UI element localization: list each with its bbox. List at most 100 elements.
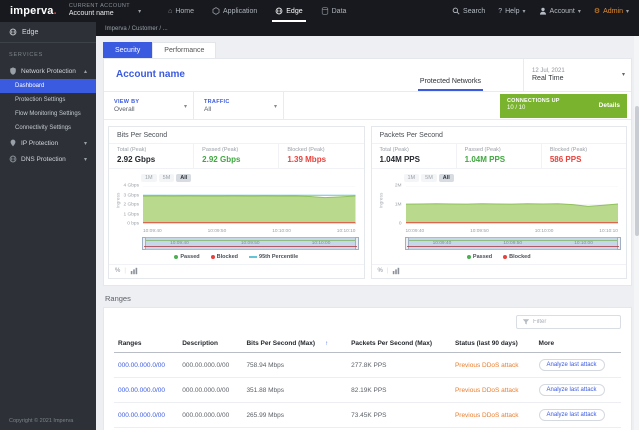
legend-item-blocked[interactable]: Blocked: [503, 254, 530, 260]
stat-passed-peak: Passed (Peak)1.04M PPS: [456, 144, 541, 168]
packets-max-cell: 277.8K PPS: [347, 353, 451, 378]
status-link[interactable]: Previous DDoS attack: [455, 362, 519, 369]
filter-select-traffic[interactable]: TRAFFICAll▾: [194, 92, 284, 119]
range-button-all[interactable]: All: [439, 174, 454, 182]
breadcrumb[interactable]: Imperva / Customer / ...: [105, 26, 168, 32]
dns-icon: [9, 155, 17, 163]
more-cell: Analyze last attack: [535, 378, 621, 403]
x-tick-label: 10:10:00: [535, 229, 554, 234]
account-menu[interactable]: Account ▾: [539, 7, 581, 15]
tab-security[interactable]: Security: [103, 42, 152, 58]
bits-max-cell: 265.99 Mbps: [242, 403, 347, 428]
table-filter-input[interactable]: [533, 319, 615, 325]
column-header-more[interactable]: More: [535, 335, 621, 353]
chevron-down-icon: ▾: [578, 8, 581, 15]
sidebar-item-network-protection[interactable]: Network Protection▴: [0, 63, 96, 79]
legend-item-95th-percentile[interactable]: 95th Percentile: [249, 254, 298, 260]
sidebar-product[interactable]: Edge: [0, 22, 96, 43]
person-icon: [539, 7, 547, 15]
chart-navigator[interactable]: 10:09:4010:09:5010:10:00: [143, 237, 358, 250]
range-link-cell[interactable]: 000.00.000.0/00: [114, 353, 178, 378]
column-header-packets-per-second-max[interactable]: Packets Per Second (Max): [347, 335, 451, 353]
help-menu[interactable]: ? Help ▾: [498, 8, 525, 15]
chart-plot[interactable]: [143, 186, 356, 224]
x-tick-label: 10:09:50: [208, 229, 227, 234]
chevron-down-icon: ▾: [622, 71, 625, 78]
tab-protected-networks[interactable]: Protected Networks: [418, 78, 483, 91]
filters-row: VIEW BYOverall▾TRAFFICAll▾ CONNECTIONS U…: [104, 92, 631, 120]
column-header-bits-per-second-max[interactable]: Bits Per Second (Max) ↑: [242, 335, 347, 353]
column-header-status-last-90-days[interactable]: Status (last 90 days): [451, 335, 535, 353]
chevron-down-icon: ▾: [84, 156, 87, 163]
sidebar-items: Network Protection▴DashboardProtection S…: [0, 63, 96, 167]
bar-chart-icon[interactable]: [130, 267, 138, 275]
charts-row: Bits Per SecondTotal (Peak)2.92 GbpsPass…: [104, 120, 631, 285]
stat-total-peak: Total (Peak)1.04M PPS: [372, 144, 456, 168]
filter-value: All: [204, 106, 269, 113]
connections-up-badge[interactable]: CONNECTIONS UP 10 / 10 Details: [500, 94, 627, 118]
navigator-tick-label: 10:09:50: [241, 241, 260, 246]
account-selector[interactable]: CURRENT ACCOUNT Account name ▾: [69, 3, 141, 19]
range-button-1m[interactable]: 1M: [404, 174, 420, 182]
top-nav-edge[interactable]: Edge: [266, 0, 311, 22]
sidebar-subitem-protection-settings[interactable]: Protection Settings: [0, 93, 96, 107]
top-nav-home[interactable]: ⌂Home: [159, 0, 203, 22]
status-cell: Previous DDoS attack: [451, 353, 535, 378]
sidebar-product-label: Edge: [22, 29, 38, 36]
status-link[interactable]: Previous DDoS attack: [455, 412, 519, 419]
stat-label: Blocked (Peak): [287, 147, 355, 153]
chart-legend: Passed Blocked 95th Percentile: [109, 254, 364, 260]
column-header-label: Bits Per Second (Max): [246, 340, 315, 347]
scrollbar-thumb[interactable]: [635, 106, 639, 236]
admin-label: Admin: [603, 8, 623, 15]
navigator-labels: 10:09:4010:09:5010:10:00: [144, 238, 357, 249]
top-nav-label: Application: [223, 8, 257, 15]
range-link-cell[interactable]: 000.00.000.0/00: [114, 403, 178, 428]
range-button-all[interactable]: All: [176, 174, 191, 182]
page-title: Account name: [104, 59, 418, 91]
analyze-last-attack-button[interactable]: Analyze last attack: [539, 409, 605, 421]
legend-item-passed[interactable]: Passed: [467, 254, 492, 260]
range-button-1m[interactable]: 1M: [141, 174, 157, 182]
percent-toggle[interactable]: %: [378, 268, 383, 274]
legend-item-blocked[interactable]: Blocked: [211, 254, 238, 260]
range-button-5m[interactable]: 5M: [159, 174, 175, 182]
column-header-ranges[interactable]: Ranges: [114, 335, 178, 353]
chart-navigator[interactable]: 10:09:4010:09:5010:10:00: [406, 237, 621, 250]
bar-chart-icon[interactable]: [392, 267, 400, 275]
sort-arrow-icon[interactable]: ↑: [325, 341, 328, 347]
percent-toggle[interactable]: %: [115, 268, 120, 274]
legend-item-passed[interactable]: Passed: [174, 254, 199, 260]
sidebar-subitem-flow-monitoring-settings[interactable]: Flow Monitoring Settings: [0, 107, 96, 121]
column-header-description[interactable]: Description: [178, 335, 242, 353]
analyze-last-attack-button[interactable]: Analyze last attack: [539, 359, 605, 371]
search-button[interactable]: Search: [452, 7, 485, 15]
top-nav-data[interactable]: Data: [312, 0, 356, 22]
sidebar-subitem-dashboard[interactable]: Dashboard: [0, 79, 96, 93]
chart-plot[interactable]: [406, 186, 619, 224]
top-bar: imperva. CURRENT ACCOUNT Account name ▾ …: [0, 0, 639, 22]
sidebar-subitem-connectivity-settings[interactable]: Connectivity Settings: [0, 121, 96, 135]
top-nav-application[interactable]: Application: [203, 0, 266, 22]
status-link[interactable]: Previous DDoS attack: [455, 387, 519, 394]
y-tick-label: 0: [399, 222, 402, 227]
overview-card: Account name Protected Networks 12 Jul, …: [103, 58, 632, 286]
sidebar-item-dns-protection[interactable]: DNS Protection▾: [0, 151, 96, 167]
range-button-5m[interactable]: 5M: [421, 174, 437, 182]
footer-divider: |: [387, 268, 389, 274]
tab-performance[interactable]: Performance: [152, 42, 216, 58]
stat-value: 1.04M PPS: [465, 155, 533, 164]
sidebar-item-ip-protection[interactable]: IP Protection▾: [0, 135, 96, 151]
page-scrollbar[interactable]: [634, 36, 639, 430]
date-range-picker[interactable]: 12 Jul, 2021 Real Time ▾: [523, 59, 631, 91]
connections-details-link[interactable]: Details: [599, 102, 620, 109]
stat-value: 1.04M PPS: [380, 155, 448, 164]
x-tick-label: 10:09:50: [470, 229, 489, 234]
range-link-cell[interactable]: 000.00.000.0/00: [114, 378, 178, 403]
filter-select-view-by[interactable]: VIEW BYOverall▾: [104, 92, 194, 119]
column-header-label: More: [539, 340, 555, 347]
admin-menu[interactable]: ⚙ Admin ▾: [594, 8, 629, 15]
ranges-toolbar: [114, 315, 621, 329]
analyze-last-attack-button[interactable]: Analyze last attack: [539, 384, 605, 396]
funnel-icon: [522, 318, 530, 326]
